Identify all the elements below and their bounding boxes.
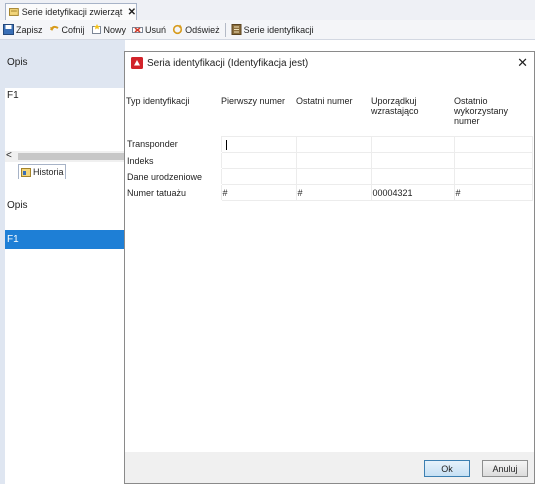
ascending-cell[interactable]: [370, 168, 455, 185]
new-icon: [91, 24, 101, 34]
cancel-button[interactable]: Anuluj: [482, 460, 528, 477]
first-number-cell[interactable]: [220, 152, 297, 169]
toolbar-separator: [224, 22, 226, 37]
tab-label: Serie idetyfikacji zwierząt: [21, 7, 123, 17]
history-list-area: [5, 179, 125, 484]
last-used-cell[interactable]: [453, 168, 533, 185]
document-tab-strip: Serie idetyfikacji zwierząt ✕: [0, 0, 535, 21]
horizontal-scrollbar[interactable]: <: [5, 150, 125, 162]
identification-grid: Typ identyfikacji Pierwszy numer Ostatni…: [126, 88, 533, 201]
row-type: Transponder: [126, 136, 221, 153]
scroll-left-icon[interactable]: <: [6, 150, 12, 161]
last-used-cell[interactable]: #: [453, 184, 533, 201]
last-number-cell[interactable]: [295, 168, 372, 185]
history-icon: [21, 167, 31, 177]
delete-icon: [132, 27, 144, 33]
row-type: Numer tatuażu: [126, 184, 221, 201]
column-header-last-used: Ostatnio wykorzystany numer: [454, 96, 509, 126]
dialog-title-bar: Seria identyfikacji (Identyfikacja jest)…: [125, 52, 534, 74]
table-row: Transponder: [126, 136, 533, 153]
ascending-cell[interactable]: [370, 136, 455, 153]
text-caret: [225, 139, 227, 150]
close-icon[interactable]: ✕: [517, 55, 528, 71]
tab-historia[interactable]: Historia: [18, 164, 66, 179]
opis-column-header: Opis: [7, 57, 28, 68]
undo-icon: [49, 25, 59, 31]
new-label: Nowy: [103, 24, 127, 35]
last-used-cell[interactable]: [453, 152, 533, 169]
delete-button[interactable]: Usuń: [129, 22, 169, 38]
series-dialog: Seria identyfikacji (Identyfikacja jest)…: [124, 51, 535, 484]
opis-history-header: Opis: [7, 200, 28, 211]
series-book-icon: [231, 24, 242, 35]
column-header-last-number: Ostatni numer: [296, 96, 353, 106]
new-button[interactable]: Nowy: [88, 22, 130, 38]
table-row: Numer tatuażu # # 00004321 #: [126, 184, 533, 201]
first-number-cell[interactable]: [220, 168, 297, 185]
refresh-icon: [172, 24, 183, 35]
ascending-cell[interactable]: 00004321: [370, 184, 455, 201]
column-header-type: Typ identyfikacji: [126, 96, 190, 106]
series-icon: [9, 8, 19, 16]
last-number-cell[interactable]: [295, 152, 372, 169]
app-icon: [131, 57, 143, 69]
save-button[interactable]: Zapisz: [0, 22, 46, 38]
dialog-title: Seria identyfikacji (Identyfikacja jest): [147, 57, 309, 69]
series-button[interactable]: Serie identyfikacji: [228, 22, 317, 38]
save-icon: [3, 24, 14, 35]
toolbar: Zapisz Cofnij Nowy Usuń Odśwież Serie id…: [0, 20, 535, 40]
row-type: Indeks: [126, 152, 221, 169]
column-header-first-number: Pierwszy numer: [221, 96, 286, 106]
list-item[interactable]: F1: [7, 90, 19, 101]
last-used-cell[interactable]: [453, 136, 533, 153]
table-row: Dane urodzeniowe: [126, 168, 533, 185]
ok-button[interactable]: Ok: [424, 460, 470, 477]
last-number-cell[interactable]: #: [295, 184, 372, 201]
close-icon[interactable]: ✕: [128, 7, 136, 18]
first-number-cell[interactable]: #: [220, 184, 297, 201]
tab-historia-label: Historia: [33, 167, 64, 177]
series-label: Serie identyfikacji: [243, 24, 314, 35]
undo-label: Cofnij: [61, 24, 85, 35]
last-number-cell[interactable]: [295, 136, 372, 153]
refresh-button[interactable]: Odśwież: [169, 22, 223, 38]
dialog-button-bar: [125, 452, 534, 483]
first-number-cell[interactable]: [220, 136, 297, 153]
save-label: Zapisz: [16, 24, 43, 35]
selected-list-item[interactable]: F1: [5, 230, 125, 249]
scrollbar-thumb[interactable]: [18, 153, 125, 160]
tab-serie-identyfikacji[interactable]: Serie idetyfikacji zwierząt ✕: [5, 3, 137, 20]
column-header-ascending: Uporządkuj wzrastająco: [371, 96, 419, 116]
row-type: Dane urodzeniowe: [126, 168, 221, 185]
delete-label: Usuń: [145, 24, 167, 35]
refresh-label: Odśwież: [185, 24, 220, 35]
ascending-cell[interactable]: [370, 152, 455, 169]
table-row: Indeks: [126, 152, 533, 169]
undo-button[interactable]: Cofnij: [46, 22, 88, 38]
